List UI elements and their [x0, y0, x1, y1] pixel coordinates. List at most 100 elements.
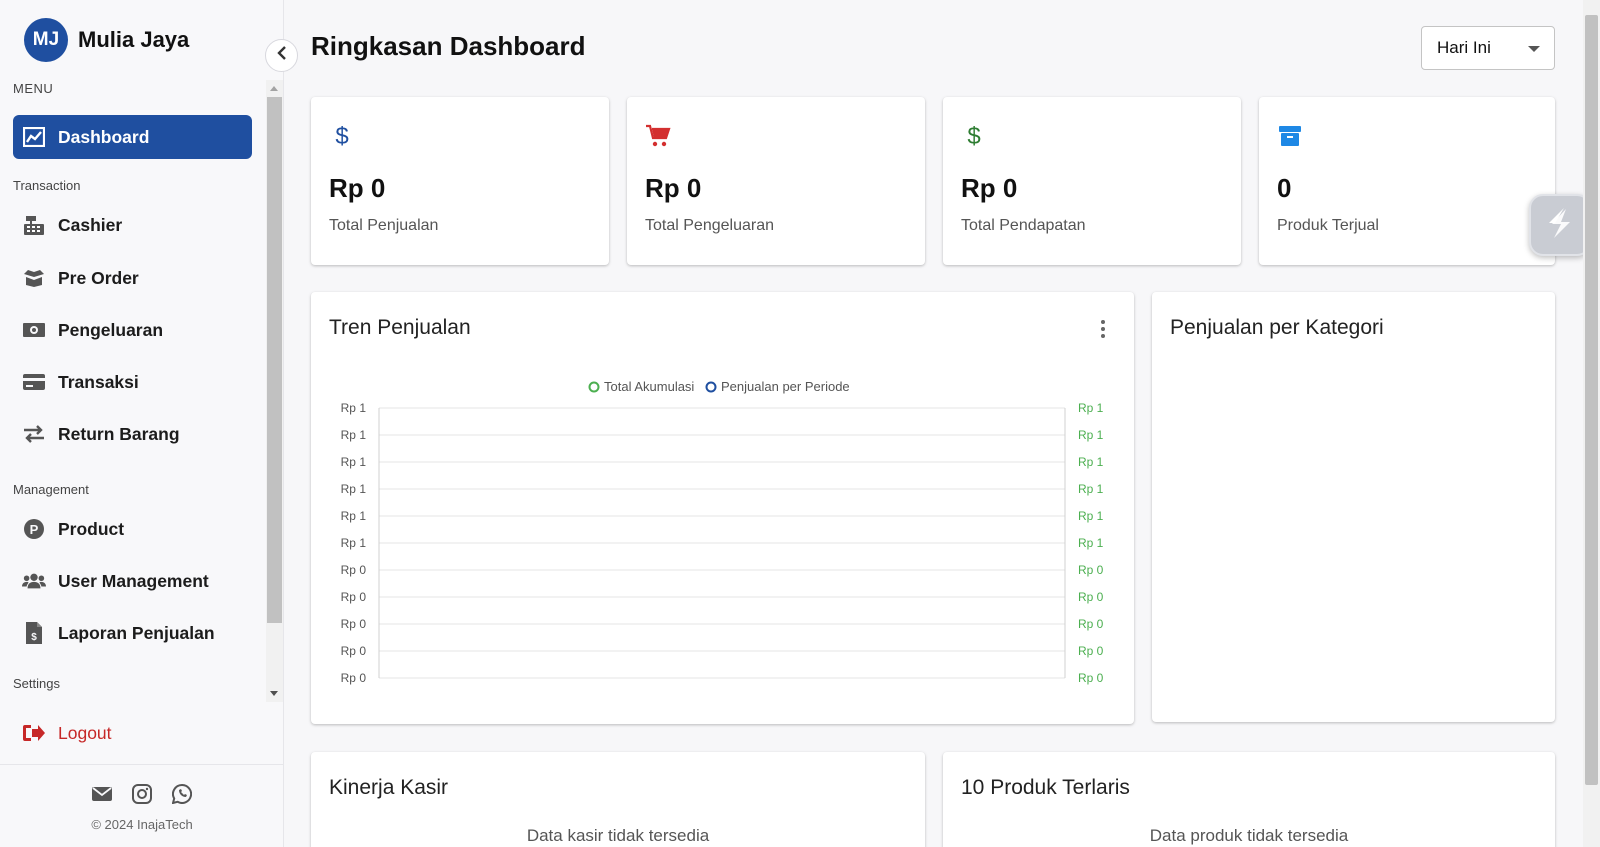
stat-label: Total Pendapatan	[961, 217, 1086, 234]
y-tick-right: Rp 0	[1078, 644, 1104, 658]
y-tick-right: Rp 1	[1078, 455, 1104, 469]
y-tick-left: Rp 0	[341, 590, 367, 604]
svg-text:$: $	[335, 123, 348, 149]
page-scrollbar-thumb[interactable]	[1585, 15, 1598, 785]
sidebar-item-label: Cashier	[58, 214, 123, 235]
cashier-performance-title: Kinerja Kasir	[329, 776, 449, 799]
sidebar-item-laporan-penjualan[interactable]: $ Laporan Penjualan	[13, 611, 252, 655]
sidebar-item-label: Dashboard	[58, 126, 150, 147]
sidebar-scrollbar-thumb[interactable]	[267, 97, 282, 623]
sidebar-menu: MENU Dashboard Transaction Cashier Pre O…	[0, 80, 266, 700]
exchange-arrows-icon	[22, 422, 46, 446]
stat-value: Rp 0	[961, 173, 1018, 203]
scroll-down-arrow-icon[interactable]	[270, 691, 278, 696]
svg-text:P: P	[30, 522, 39, 537]
stat-card-produk-terjual: 0 Produk Terjual	[1259, 97, 1555, 265]
sales-trend-card: Tren Penjualan Total Akumulasi Penjualan …	[311, 292, 1134, 724]
sidebar-item-return-barang[interactable]: Return Barang	[13, 412, 252, 456]
cashier-empty-text: Data kasir tidak tersedia	[526, 826, 710, 845]
instagram-icon[interactable]	[131, 783, 153, 805]
chart-line-icon	[22, 125, 46, 149]
legend-label: Penjualan per Periode	[721, 379, 850, 394]
sidebar-item-label: Return Barang	[58, 423, 180, 444]
logout-label: Logout	[58, 722, 112, 743]
y-tick-left: Rp 1	[341, 509, 367, 523]
y-tick-left: Rp 1	[341, 428, 367, 442]
y-tick-left: Rp 1	[341, 536, 367, 550]
section-management: Management	[13, 482, 89, 497]
sidebar-item-label: Transaksi	[58, 371, 139, 392]
credit-card-icon	[22, 370, 46, 394]
legend-marker	[588, 381, 600, 393]
sign-out-icon	[22, 721, 46, 745]
category-sales-card: Penjualan per Kategori	[1152, 292, 1555, 722]
y-tick-right: Rp 1	[1078, 536, 1104, 550]
page-scrollbar[interactable]	[1583, 0, 1600, 847]
y-tick-right: Rp 1	[1078, 509, 1104, 523]
legend-marker	[705, 381, 717, 393]
sidebar-item-transaksi[interactable]: Transaksi	[13, 360, 252, 404]
y-tick-right: Rp 1	[1078, 401, 1104, 415]
copyright: © 2024 InajaTech	[91, 817, 193, 832]
section-transaction: Transaction	[13, 178, 81, 193]
stat-value: Rp 0	[645, 173, 702, 203]
y-tick-right: Rp 0	[1078, 590, 1104, 604]
sidebar-scrollbar[interactable]	[266, 80, 283, 702]
products-empty-text: Data produk tidak tersedia	[1149, 826, 1349, 845]
logout-button[interactable]: Logout	[13, 711, 252, 755]
section-settings: Settings	[13, 676, 60, 691]
product-p-icon: P	[22, 517, 46, 541]
cashier-performance-card: Kinerja Kasir Data kasir tidak tersedia	[311, 752, 925, 847]
category-sales-title: Penjualan per Kategori	[1170, 316, 1384, 339]
stat-value: Rp 0	[329, 173, 386, 203]
sidebar-item-label: Product	[58, 518, 125, 539]
svg-text:$: $	[967, 123, 980, 149]
y-tick-left: Rp 1	[341, 455, 367, 469]
menu-label: MENU	[13, 81, 54, 96]
sidebar-footer: © 2024 InajaTech	[0, 764, 284, 847]
period-select[interactable]: Hari Ini	[1421, 26, 1555, 70]
sidebar-item-user-management[interactable]: User Management	[13, 559, 252, 603]
y-tick-right: Rp 0	[1078, 617, 1104, 631]
scroll-up-arrow-icon[interactable]	[270, 86, 278, 91]
y-tick-left: Rp 0	[341, 644, 367, 658]
sidebar-item-label: User Management	[58, 570, 209, 591]
cash-register-icon	[22, 213, 46, 237]
whatsapp-icon[interactable]	[171, 783, 193, 805]
floating-assistant-button[interactable]	[1529, 194, 1591, 256]
y-tick-left: Rp 0	[341, 617, 367, 631]
stat-card-total-pengeluaran: Rp 0 Total Pengeluaran	[627, 97, 925, 265]
shopping-cart-icon	[645, 123, 671, 149]
box-open-icon	[22, 266, 46, 290]
top-products-card: 10 Produk Terlaris Data produk tidak ter…	[943, 752, 1555, 847]
sidebar-item-label: Pre Order	[58, 267, 139, 288]
dollar-icon: $	[961, 123, 987, 149]
chevron-left-icon	[276, 46, 288, 65]
stat-label: Total Pengeluaran	[645, 217, 774, 234]
y-tick-right: Rp 0	[1078, 671, 1104, 685]
stat-value: 0	[1277, 173, 1292, 203]
invoice-dollar-icon: $	[22, 621, 46, 645]
y-tick-right: Rp 0	[1078, 563, 1104, 577]
sidebar-item-pengeluaran[interactable]: Pengeluaran	[13, 308, 252, 352]
y-tick-left: Rp 0	[341, 671, 367, 685]
users-icon	[22, 569, 46, 593]
y-tick-left: Rp 1	[341, 401, 367, 415]
top-products-title: 10 Produk Terlaris	[961, 776, 1130, 799]
stat-card-total-penjualan: $ Rp 0 Total Penjualan	[311, 97, 609, 265]
brand[interactable]: MJ Mulia Jaya	[24, 18, 189, 62]
sidebar-item-cashier[interactable]: Cashier	[13, 203, 252, 247]
money-bill-icon	[22, 318, 46, 342]
y-tick-right: Rp 1	[1078, 428, 1104, 442]
mail-icon[interactable]	[91, 783, 113, 805]
brand-name: Mulia Jaya	[78, 27, 190, 52]
stat-card-total-pendapatan: $ Rp 0 Total Pendapatan	[943, 97, 1241, 265]
period-select-value: Hari Ini	[1437, 38, 1491, 57]
sidebar-item-pre-order[interactable]: Pre Order	[13, 256, 252, 300]
assistant-logo-icon	[1544, 205, 1576, 246]
sidebar-item-dashboard[interactable]: Dashboard	[13, 115, 252, 159]
sidebar-item-product[interactable]: P Product	[13, 507, 252, 551]
sidebar-item-label: Laporan Penjualan	[58, 622, 215, 643]
stat-label: Produk Terjual	[1277, 217, 1379, 234]
collapse-sidebar-button[interactable]	[265, 39, 298, 72]
